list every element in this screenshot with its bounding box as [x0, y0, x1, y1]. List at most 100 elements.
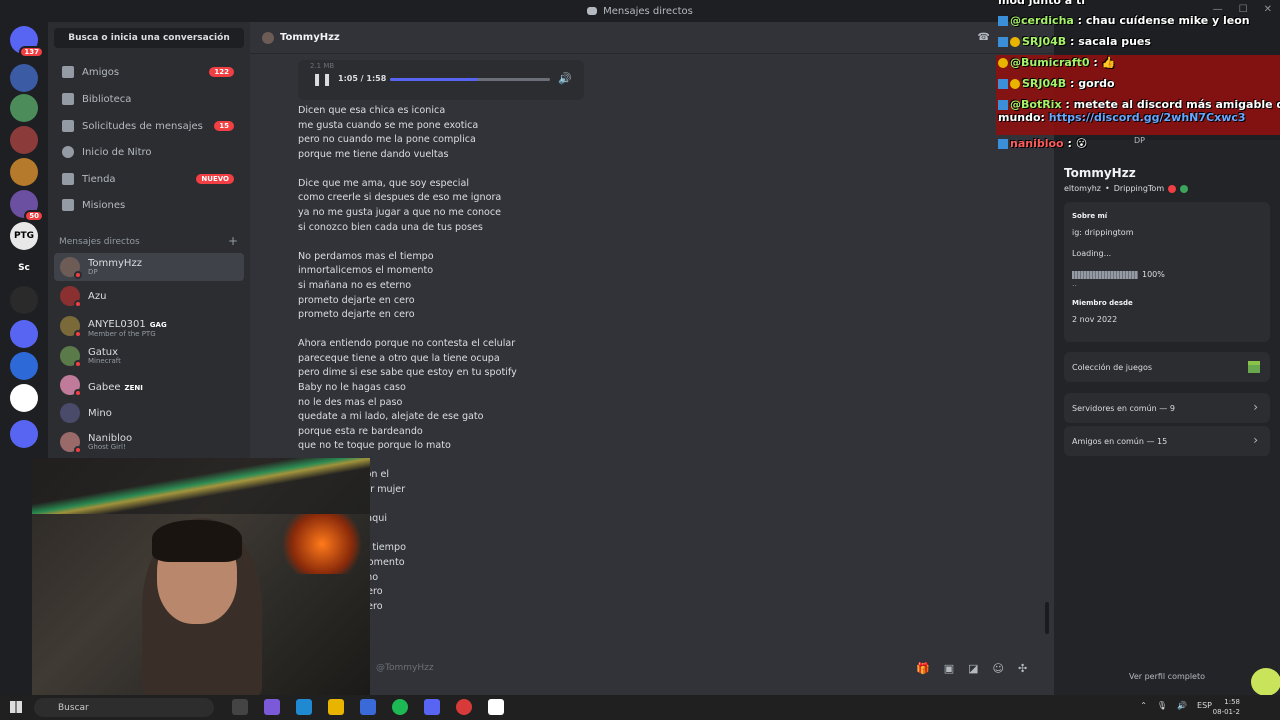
- lyric-verse: Ahora entiendo porque no contesta el cel…: [298, 337, 698, 454]
- lyric-line: prometo dejarte en cero: [298, 309, 415, 321]
- chevron-up-icon[interactable]: ⌃: [1140, 701, 1147, 710]
- obs-icon[interactable]: [456, 699, 472, 715]
- nav-shop[interactable]: Tienda NUEVO: [54, 167, 244, 191]
- taskbar-clock[interactable]: 1:58 08-01-2: [1213, 697, 1240, 717]
- task-view-icon[interactable]: [232, 699, 248, 715]
- pause-button[interactable]: ❚❚: [312, 72, 332, 86]
- chevron-right-icon: ›: [1253, 433, 1258, 447]
- chat-badge-icon: [1010, 37, 1020, 47]
- nav-label: Tienda: [82, 173, 116, 185]
- chat-area: TommyHzz ☎ 2.1 MB ❚❚ 1:05 / 1:58 🔊 Dicen…: [250, 22, 1054, 695]
- nav-nitro[interactable]: Inicio de Nitro: [54, 140, 244, 164]
- inbox-icon: [587, 7, 598, 15]
- create-dm-plus-icon[interactable]: +: [228, 234, 238, 248]
- dm-item-nanibloo[interactable]: Nanibloo Ghost Girl!: [54, 428, 244, 456]
- dm-item-gabee[interactable]: Gabee ZENI: [54, 371, 244, 399]
- chat-badge-icon: [998, 58, 1008, 68]
- server-icon-server-2[interactable]: [10, 64, 38, 92]
- lyric-line: me gusta cuando se me pone exotica: [298, 119, 479, 131]
- server-icon-server-9[interactable]: [10, 286, 38, 314]
- about-me-card: Sobre mí ig: drippingtom Loading... 100%…: [1064, 202, 1270, 342]
- microphone-icon[interactable]: 🎙: [1157, 701, 1167, 710]
- chat-badge-icon: [1010, 79, 1020, 89]
- nav-label: Solicitudes de mensajes: [82, 120, 203, 132]
- stream-chat-message: SRJ04B : sacala pues: [998, 35, 1151, 48]
- lyric-line: Ahora entiendo porque no contesta el cel…: [298, 338, 516, 350]
- discord-icon[interactable]: [424, 699, 440, 715]
- server-icon-server-10[interactable]: [10, 320, 38, 348]
- chat-text: : gordo: [1070, 77, 1115, 90]
- server-icon-server-4[interactable]: [10, 126, 38, 154]
- loading-bar: [1072, 270, 1138, 279]
- fireplace: [282, 514, 362, 574]
- stream-chat-message: @Bumicraft0 : 👍: [998, 56, 1115, 69]
- stream-chat-message: @BotRix : metete al discord más amigable…: [998, 98, 1280, 124]
- apps-icon[interactable]: ✣: [1018, 662, 1027, 675]
- lyric-line: Dice que me ama, que soy especial: [298, 177, 469, 189]
- emoji-icon[interactable]: ☺: [993, 662, 1004, 675]
- mutual-friends-card[interactable]: Amigos en común — 15 ›: [1064, 426, 1270, 456]
- dm-item-mino[interactable]: Mino: [54, 399, 244, 427]
- dm-item-anyel0301[interactable]: ANYEL0301 GAG Member of the PTG: [54, 312, 244, 340]
- server-icon-server-3[interactable]: [10, 94, 38, 122]
- nav-message-requests[interactable]: Solicitudes de mensajes 15: [54, 114, 244, 138]
- led-strip: [32, 458, 370, 514]
- copilot-icon[interactable]: [264, 699, 280, 715]
- dm-name: Nanibloo: [88, 432, 133, 444]
- stream-chat-message: nanibloo : 😮: [998, 137, 1087, 150]
- spotify-icon[interactable]: [392, 699, 408, 715]
- volume-icon[interactable]: 🔊: [558, 72, 572, 85]
- conversation-search-button[interactable]: Busca o inicia una conversación: [54, 28, 244, 48]
- taskbar-apps: [232, 699, 504, 715]
- chevron-right-icon: ›: [1253, 400, 1258, 414]
- game-collection-card[interactable]: Colección de juegos: [1064, 352, 1270, 382]
- file-explorer-icon[interactable]: [328, 699, 344, 715]
- taskbar-search[interactable]: Buscar: [34, 698, 214, 717]
- chat-badge-icon: [998, 100, 1008, 110]
- edge-icon[interactable]: [296, 699, 312, 715]
- lyric-line: inmortalicemos el momento: [298, 265, 434, 277]
- server-icon-server-6[interactable]: 50: [10, 190, 44, 222]
- friends-icon: [62, 66, 74, 78]
- dm-name: Azu: [88, 290, 107, 302]
- lyric-line: Dicen que esa chica es iconica: [298, 105, 446, 116]
- nitro-icon: [62, 146, 74, 158]
- lyric-line: prometo dejarte en cero: [298, 294, 415, 306]
- sticker-icon[interactable]: ◪: [968, 662, 978, 675]
- view-full-profile-link[interactable]: Ver perfil completo: [1054, 672, 1280, 681]
- chat-scrollbar[interactable]: [1045, 602, 1049, 634]
- requests-badge: 15: [214, 121, 234, 131]
- server-icon-server-ptg[interactable]: PTG: [10, 222, 38, 250]
- capcut-icon[interactable]: [488, 699, 504, 715]
- stream-chat-message: mod junto a ti: [998, 0, 1085, 7]
- mutual-servers-card[interactable]: Servidores en común — 9 ›: [1064, 393, 1270, 423]
- windows-start-icon[interactable]: [10, 701, 22, 713]
- avatar: [60, 257, 82, 279]
- profile-tags: eltomyhz • DrippingTom: [1064, 184, 1189, 193]
- dm-item-gatux[interactable]: Gatux Minecraft: [54, 342, 244, 370]
- gift-icon[interactable]: 🎁: [916, 662, 930, 675]
- phone-call-icon[interactable]: ☎: [978, 32, 990, 43]
- server-icon-server-12[interactable]: [10, 384, 38, 412]
- server-icon-discord-home[interactable]: 137: [10, 26, 44, 58]
- server-label: Sc: [18, 263, 30, 273]
- server-icon-server-5[interactable]: [10, 158, 38, 186]
- server-icon-server-13[interactable]: [10, 420, 38, 448]
- nav-library[interactable]: Biblioteca: [54, 87, 244, 111]
- dm-item-tommyhzz[interactable]: TommyHzz DP: [54, 253, 244, 281]
- lyric-verse: No perdamos mas el tiempo inmortalicemos …: [298, 250, 698, 323]
- nav-friends[interactable]: Amigos 122: [54, 60, 244, 84]
- gif-icon[interactable]: ▣: [944, 662, 954, 675]
- nav-quests[interactable]: Misiones: [54, 193, 244, 217]
- audio-seek-bar[interactable]: [390, 78, 550, 81]
- speaker-icon[interactable]: 🔊: [1177, 701, 1187, 710]
- badge-icon: [1168, 184, 1177, 193]
- store-icon[interactable]: [360, 699, 376, 715]
- chat-link[interactable]: https://discord.gg/2whN7Cxwc3: [1049, 111, 1246, 124]
- server-icon-server-sc[interactable]: Sc: [10, 254, 38, 282]
- server-icon-server-11[interactable]: [10, 352, 38, 380]
- language-indicator[interactable]: ESP: [1197, 701, 1212, 710]
- chat-username: SRJ04B: [1022, 35, 1067, 48]
- chat-recipient-name[interactable]: TommyHzz: [280, 32, 340, 43]
- dm-item-azu[interactable]: Azu: [54, 282, 244, 310]
